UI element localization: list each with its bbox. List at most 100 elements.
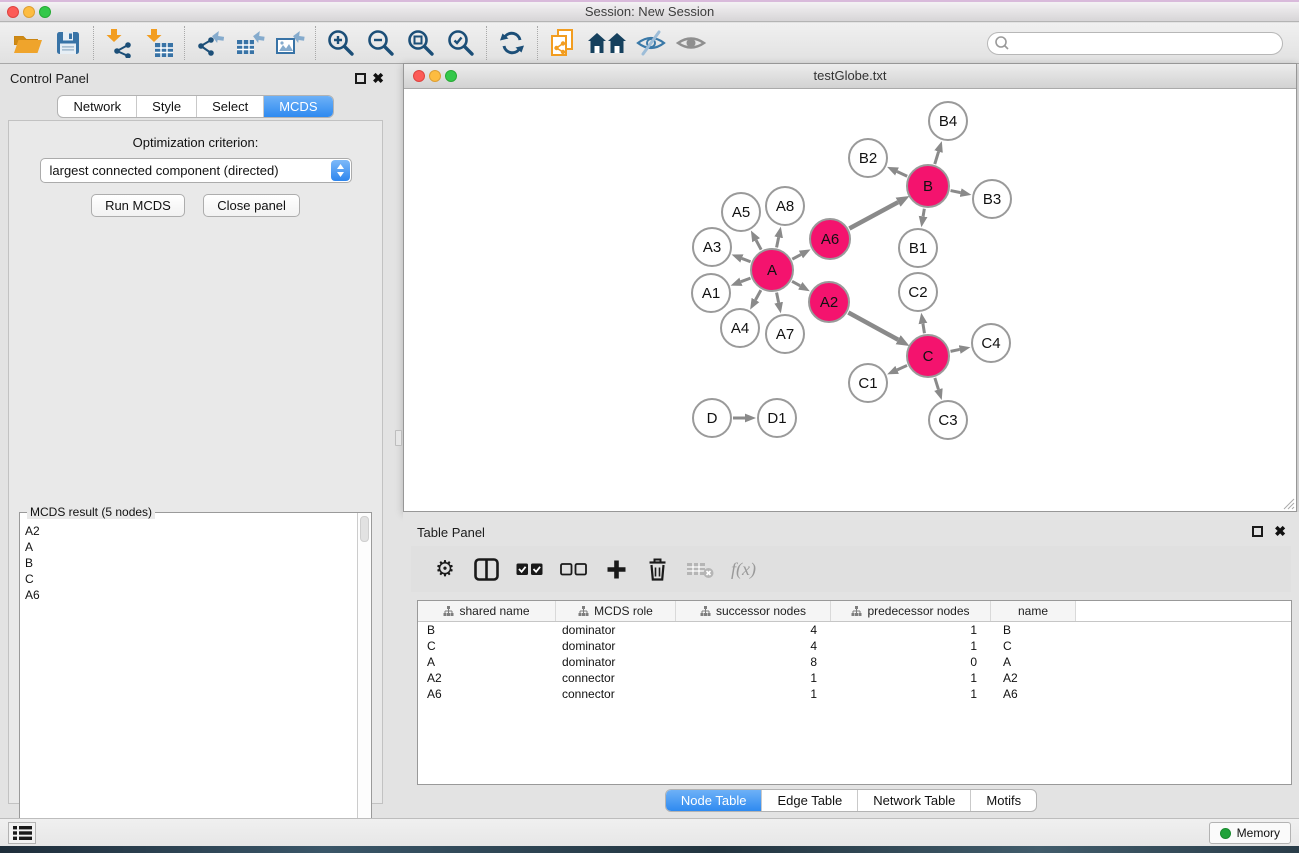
hide-panel-button[interactable] [631, 25, 671, 61]
delete-table-button[interactable] [686, 554, 714, 584]
table-cell[interactable]: B [418, 623, 556, 637]
table-cell[interactable]: A2 [418, 671, 556, 685]
table-cell[interactable]: 0 [831, 655, 991, 669]
function-builder-button[interactable]: f(x) [731, 554, 756, 584]
mcds-result-item[interactable]: A2 [25, 523, 357, 539]
close-traffic-light[interactable] [7, 6, 19, 18]
table-row[interactable]: A2connector11A2 [418, 670, 1291, 686]
table-cell[interactable]: A2 [991, 671, 1076, 685]
memory-button[interactable]: Memory [1209, 822, 1291, 844]
table-cell[interactable]: 1 [676, 687, 831, 701]
network-minimize-traffic-light[interactable] [429, 70, 441, 82]
network-graph[interactable]: AA1A2A3A4A5A6A7A8BB1B2B3B4CC1C2C3C4DD1 [404, 89, 1296, 511]
table-cell[interactable]: 1 [831, 671, 991, 685]
graph-edge-B-B1[interactable] [923, 209, 924, 217]
table-cell[interactable]: dominator [556, 639, 676, 653]
table-row[interactable]: Adominator80A [418, 654, 1291, 670]
minimize-traffic-light[interactable] [23, 6, 35, 18]
table-cell[interactable]: C [991, 639, 1076, 653]
tab-edge-table[interactable]: Edge Table [761, 790, 857, 811]
table-settings-button[interactable]: ⚙ [433, 554, 457, 584]
table-cell[interactable]: 4 [676, 639, 831, 653]
graph-edge-A2-C[interactable] [848, 313, 898, 340]
mcds-result-list[interactable]: A2ABCA6 [21, 520, 357, 853]
table-cell[interactable]: A6 [418, 687, 556, 701]
tab-motifs[interactable]: Motifs [970, 790, 1036, 811]
graph-edge-C-C4[interactable] [951, 349, 960, 351]
deselect-all-button[interactable] [560, 554, 587, 584]
graph-edge-C-C3[interactable] [935, 378, 939, 390]
table-float-window-icon[interactable] [1252, 526, 1263, 537]
show-columns-button[interactable] [474, 554, 499, 584]
graph-edge-A-A6[interactable] [792, 255, 801, 260]
graph-edge-C-C2[interactable] [923, 324, 925, 334]
graph-edge-A-A1[interactable] [741, 278, 751, 282]
table-cell[interactable]: C [418, 639, 556, 653]
graph-edge-B-B4[interactable] [935, 152, 939, 164]
panel-divider-grip[interactable] [395, 430, 402, 446]
clone-network-button[interactable] [543, 25, 583, 61]
column-header-successor-nodes[interactable]: successor nodes [676, 601, 831, 621]
table-cell[interactable]: 1 [831, 687, 991, 701]
table-cell[interactable]: A [418, 655, 556, 669]
table-row[interactable]: Bdominator41B [418, 622, 1291, 638]
table-cell[interactable]: 1 [831, 623, 991, 637]
show-panel-button[interactable] [671, 25, 711, 61]
graph-edge-B-B3[interactable] [951, 191, 961, 193]
table-cell[interactable]: 1 [676, 671, 831, 685]
maximize-traffic-light[interactable] [39, 6, 51, 18]
select-all-button[interactable] [516, 554, 543, 584]
graph-edge-A6-B[interactable] [849, 202, 898, 228]
refresh-button[interactable] [492, 25, 532, 61]
result-scrollbar[interactable] [357, 513, 371, 853]
network-maximize-traffic-light[interactable] [445, 70, 457, 82]
export-network-button[interactable] [190, 25, 230, 61]
mcds-result-item[interactable]: B [25, 555, 357, 571]
zoom-out-button[interactable] [361, 25, 401, 61]
save-session-button[interactable] [48, 25, 88, 61]
mcds-result-item[interactable]: A6 [25, 587, 357, 603]
table-cell[interactable]: A6 [991, 687, 1076, 701]
tab-network-table[interactable]: Network Table [857, 790, 970, 811]
column-header-shared-name[interactable]: shared name [418, 601, 556, 621]
search-field[interactable] [987, 32, 1283, 55]
task-history-button[interactable] [8, 822, 36, 844]
table-cell[interactable]: 1 [831, 639, 991, 653]
close-panel-icon[interactable]: ✖ [372, 70, 384, 86]
zoom-fit-button[interactable] [401, 25, 441, 61]
add-column-button[interactable] [604, 554, 628, 584]
home-layout-button[interactable] [583, 25, 631, 61]
zoom-selected-button[interactable] [441, 25, 481, 61]
search-input[interactable] [1010, 34, 1282, 52]
mcds-result-item[interactable]: A [25, 539, 357, 555]
table-cell[interactable]: 8 [676, 655, 831, 669]
column-header-predecessor-nodes[interactable]: predecessor nodes [831, 601, 991, 621]
table-row[interactable]: A6connector11A6 [418, 686, 1291, 702]
graph-edge-A-A2[interactable] [792, 281, 800, 286]
network-canvas[interactable]: AA1A2A3A4A5A6A7A8BB1B2B3B4CC1C2C3C4DD1 [404, 89, 1296, 511]
graph-edge-A-A4[interactable] [755, 290, 760, 300]
column-header-MCDS-role[interactable]: MCDS role [556, 601, 676, 621]
column-header-name[interactable]: name [991, 601, 1076, 621]
graph-edge-A-A3[interactable] [742, 258, 751, 261]
graph-edge-A-A5[interactable] [756, 240, 761, 249]
import-table-button[interactable] [139, 25, 179, 61]
table-cell[interactable]: A [991, 655, 1076, 669]
table-close-panel-icon[interactable]: ✖ [1274, 523, 1286, 539]
delete-columns-button[interactable] [645, 554, 669, 584]
run-mcds-button[interactable]: Run MCDS [91, 194, 185, 217]
graph-edge-A-A8[interactable] [777, 237, 779, 247]
table-cell[interactable]: connector [556, 671, 676, 685]
table-row[interactable]: Cdominator41C [418, 638, 1291, 654]
export-table-button[interactable] [230, 25, 270, 61]
zoom-in-button[interactable] [321, 25, 361, 61]
graph-edge-B-B2[interactable] [897, 172, 907, 177]
graph-edge-C-C1[interactable] [897, 365, 907, 369]
tab-style[interactable]: Style [136, 96, 196, 117]
table-cell[interactable]: B [991, 623, 1076, 637]
criterion-dropdown[interactable]: largest connected component (directed) [40, 158, 352, 183]
tab-network[interactable]: Network [58, 96, 136, 117]
tab-select[interactable]: Select [196, 96, 263, 117]
mcds-result-item[interactable]: C [25, 571, 357, 587]
float-window-icon[interactable] [355, 73, 366, 84]
